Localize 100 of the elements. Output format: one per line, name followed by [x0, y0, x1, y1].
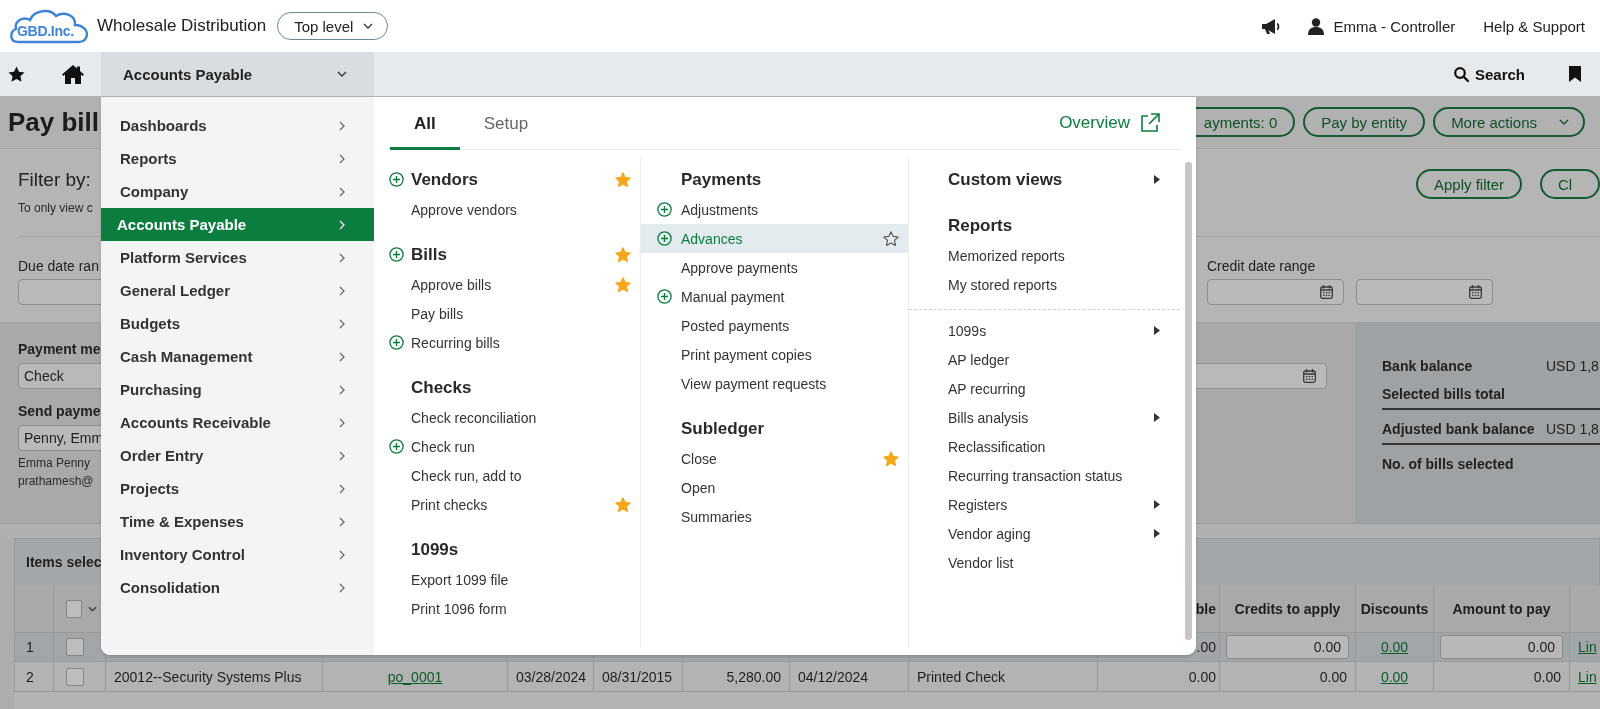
apply-filter-button[interactable]: Apply filter	[1415, 169, 1522, 199]
menu-item[interactable]: Posted payments	[641, 311, 908, 340]
star-icon[interactable]	[615, 277, 631, 292]
menu-category[interactable]: Company	[101, 175, 374, 208]
menu-item[interactable]: Close	[641, 444, 908, 473]
search-button[interactable]: Search	[1453, 65, 1525, 83]
menu-item[interactable]: Approve payments	[641, 253, 908, 282]
entity-selector[interactable]: Top level	[277, 12, 389, 40]
date-field[interactable]	[1356, 279, 1493, 305]
action-button[interactable]: Pay by entity	[1303, 107, 1426, 137]
table-link[interactable]: po_0001	[387, 668, 443, 685]
section-heading[interactable]: Payments	[641, 164, 908, 195]
summary-value: USD 1,8	[1546, 421, 1599, 437]
menu-item[interactable]: Check run, add to	[374, 461, 640, 490]
menu-category[interactable]: Accounts Payable	[101, 208, 374, 241]
checkbox[interactable]	[66, 599, 83, 618]
section-heading[interactable]: Bills	[374, 239, 640, 270]
scrollbar[interactable]	[1184, 162, 1192, 640]
menu-category[interactable]: Inventory Control	[101, 538, 374, 571]
menu-category[interactable]: Budgets	[101, 307, 374, 340]
menu-tab[interactable]: Setup	[459, 97, 553, 150]
amount-field[interactable]: 0.00	[1226, 635, 1349, 659]
section-heading[interactable]: 1099s	[374, 534, 640, 565]
chevron-right-icon	[339, 153, 345, 164]
menu-item[interactable]: View payment requests	[641, 369, 908, 398]
menu-item[interactable]: Approve bills	[374, 270, 640, 299]
star-icon[interactable]	[8, 66, 25, 82]
menu-item[interactable]: My stored reports	[909, 270, 1180, 299]
menu-category[interactable]: Dashboards	[101, 109, 374, 142]
star-outline-icon[interactable]	[883, 231, 899, 246]
menu-item[interactable]: Check run	[374, 432, 640, 461]
menu-item[interactable]: Print payment copies	[641, 340, 908, 369]
plus-circle-icon[interactable]	[389, 172, 404, 187]
menu-category[interactable]: Time & Expenses	[101, 505, 374, 538]
table-link[interactable]: 0.00	[1380, 668, 1409, 685]
menu-item[interactable]: Advances	[641, 224, 908, 253]
menu-item[interactable]: Open	[641, 473, 908, 502]
chevron-right-icon	[339, 516, 345, 527]
menu-item[interactable]: Bills analysis	[909, 403, 1180, 432]
menu-item[interactable]: Print checks	[374, 490, 640, 519]
contact-email: prathamesh@	[18, 475, 94, 487]
module-dropdown[interactable]: Accounts Payable	[101, 52, 374, 96]
section-heading[interactable]: Reports	[909, 210, 1180, 241]
bookmark-icon[interactable]	[1569, 66, 1581, 82]
menu-item[interactable]: Pay bills	[374, 299, 640, 328]
menu-item[interactable]: Check reconciliation	[374, 403, 640, 432]
checkbox[interactable]	[66, 638, 84, 656]
menu-item[interactable]: Export 1099 file	[374, 565, 640, 594]
menu-item[interactable]: Memorized reports	[909, 241, 1180, 270]
menu-category[interactable]: Platform Services	[101, 241, 374, 274]
section-heading[interactable]: Vendors	[374, 164, 640, 195]
summary-value: USD 1,8	[1546, 358, 1599, 374]
user-menu[interactable]: Emma - Controller	[1307, 17, 1456, 35]
menu-item[interactable]: AP recurring	[909, 374, 1180, 403]
plus-circle-icon[interactable]	[389, 335, 404, 350]
plus-circle-icon[interactable]	[657, 202, 672, 217]
menu-category[interactable]: Consolidation	[101, 571, 374, 604]
filter-label: Filter by:	[18, 169, 92, 191]
menu-item[interactable]: 1099s	[909, 316, 1180, 345]
more-actions-dropdown[interactable]: More actions	[1433, 107, 1585, 137]
chevron-right-icon	[339, 549, 345, 560]
table-link[interactable]: Lin	[1578, 668, 1597, 685]
menu-item[interactable]: Recurring bills	[374, 328, 640, 357]
star-icon[interactable]	[615, 172, 631, 187]
menu-item[interactable]: AP ledger	[909, 345, 1180, 374]
menu-category[interactable]: Projects	[101, 472, 374, 505]
plus-circle-icon[interactable]	[389, 247, 404, 262]
menu-item[interactable]: Vendor list	[909, 548, 1180, 577]
section-heading[interactable]: Subledger	[641, 413, 908, 444]
home-icon[interactable]	[62, 64, 84, 84]
table-link[interactable]: 0.00	[1380, 639, 1409, 655]
star-icon[interactable]	[615, 247, 631, 262]
plus-circle-icon[interactable]	[657, 289, 672, 304]
field-label: Credit date range	[1207, 258, 1317, 274]
plus-circle-icon[interactable]	[657, 231, 672, 246]
menu-item[interactable]: Reclassification	[909, 432, 1180, 461]
megaphone-icon[interactable]	[1260, 17, 1281, 35]
menu-item[interactable]: Registers	[909, 490, 1180, 519]
menu-category[interactable]: Reports	[101, 142, 374, 175]
amount-field[interactable]: 0.00	[1440, 635, 1563, 659]
checkbox[interactable]	[66, 667, 84, 686]
star-icon[interactable]	[883, 451, 899, 466]
menu-item[interactable]: Summaries	[641, 502, 908, 531]
section-heading[interactable]: Checks	[374, 372, 640, 403]
menu-item[interactable]: Print 1096 form	[374, 594, 640, 623]
chevron-right-icon	[339, 186, 345, 197]
date-field[interactable]	[1207, 279, 1344, 305]
menu-item[interactable]: Vendor aging	[909, 519, 1180, 548]
star-icon[interactable]	[615, 497, 631, 512]
menu-tab[interactable]: All	[390, 97, 460, 150]
menu-item[interactable]: Approve vendors	[374, 195, 640, 224]
clear-button[interactable]: Cl	[1540, 169, 1600, 199]
menu-item[interactable]: Recurring transaction status	[909, 461, 1180, 490]
menu-category[interactable]: General Ledger	[101, 274, 374, 307]
menu-item[interactable]: Adjustments	[641, 195, 908, 224]
section-heading[interactable]: Custom views	[909, 164, 1180, 195]
help-link[interactable]: Help & Support	[1483, 17, 1585, 35]
plus-circle-icon[interactable]	[389, 439, 404, 454]
menu-item[interactable]: Manual payment	[641, 282, 908, 311]
table-link[interactable]: Lin	[1578, 639, 1597, 655]
